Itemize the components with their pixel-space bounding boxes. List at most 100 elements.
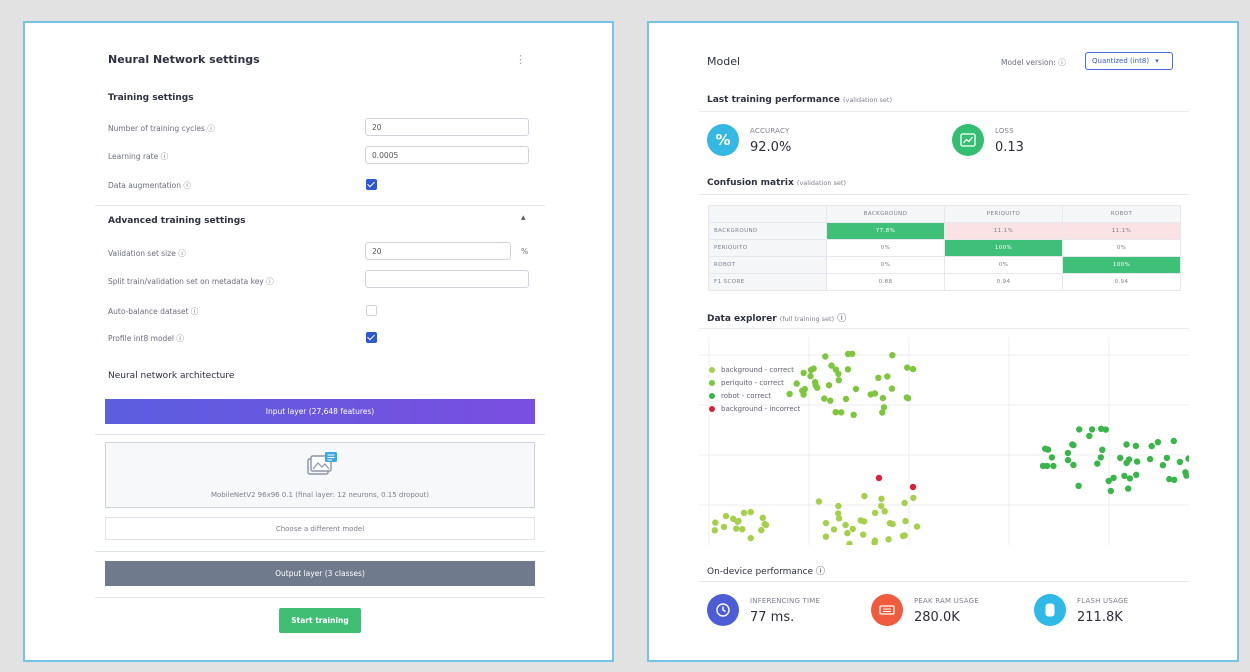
scatter-point xyxy=(832,409,839,416)
profile-int8-label: Profile int8 model ⓘ xyxy=(108,333,184,344)
confusion-matrix: BACKGROUND PERIQUITO ROBOT BACKGROUND 77… xyxy=(708,205,1181,291)
legend-item[interactable]: background - incorrect xyxy=(709,405,800,413)
scatter-point xyxy=(1094,460,1101,467)
scatter-point xyxy=(1126,475,1134,482)
scatter-point xyxy=(720,523,728,531)
confusion-heading: Confusion matrix (validation set) xyxy=(707,178,846,188)
cm-row-header: PERIQUITO xyxy=(708,239,827,257)
legend-label: background - correct xyxy=(721,366,794,374)
data-augmentation-checkbox[interactable] xyxy=(366,179,377,190)
clock-icon xyxy=(707,594,739,626)
cm-corner xyxy=(708,205,827,223)
scatter-point xyxy=(747,534,754,542)
divider xyxy=(95,205,545,206)
cm-cell: 0% xyxy=(1062,239,1181,257)
split-metadata-input[interactable] xyxy=(365,270,529,288)
scatter-point xyxy=(878,502,885,510)
scatter-point xyxy=(904,395,912,402)
divider xyxy=(699,328,1189,329)
scatter-point xyxy=(902,517,909,525)
scatter-point xyxy=(1048,454,1056,461)
scatter-point xyxy=(884,373,891,380)
last-training-heading: Last training performance (validation se… xyxy=(707,95,892,105)
accuracy-label: ACCURACY xyxy=(750,127,790,135)
help-icon[interactable]: ⓘ xyxy=(191,307,199,316)
help-icon[interactable]: ⓘ xyxy=(266,277,274,286)
help-icon[interactable]: ⓘ xyxy=(161,152,169,161)
help-icon[interactable]: ⓘ xyxy=(1058,58,1066,67)
scatter-point xyxy=(1146,455,1154,463)
model-block[interactable]: MobileNetV2 96x96 0.1 (final layer: 12 n… xyxy=(105,442,535,508)
scatter-point xyxy=(1070,461,1077,469)
auto-balance-checkbox[interactable] xyxy=(366,305,377,316)
cm-row: BACKGROUND 77.8% 11.1% 11.1% xyxy=(708,222,1181,240)
scatter-point xyxy=(800,369,807,377)
help-icon[interactable]: ⓘ xyxy=(178,249,186,258)
scatter-point xyxy=(1171,476,1178,483)
scatter-point xyxy=(735,517,742,525)
scatter-point xyxy=(857,517,864,524)
scatter-point xyxy=(815,498,823,505)
validation-size-unit: % xyxy=(521,247,529,256)
scatter-point xyxy=(1042,445,1049,452)
data-augmentation-label-text: Data augmentation xyxy=(108,181,181,190)
input-layer-bar[interactable]: Input layer (27,648 features) xyxy=(105,399,535,424)
scatter-point xyxy=(835,510,842,517)
cm-cell: 0% xyxy=(826,239,945,257)
collapse-icon[interactable]: ▴ xyxy=(521,213,526,223)
scatter-point xyxy=(1159,462,1167,469)
profile-int8-label-text: Profile int8 model xyxy=(108,334,174,343)
help-icon[interactable]: ⓘ xyxy=(183,181,191,190)
scatter-point xyxy=(844,529,851,537)
learning-rate-input[interactable]: 0.0005 xyxy=(365,146,529,164)
output-layer-bar[interactable]: Output layer (3 classes) xyxy=(105,561,535,586)
model-panel: Model Model version: ⓘ Quantized (int8) … xyxy=(647,21,1239,662)
cm-row: PERIQUITO 0% 100% 0% xyxy=(708,239,1181,257)
validation-size-input[interactable]: 20 xyxy=(365,242,511,260)
loss-value: 0.13 xyxy=(995,140,1024,155)
architecture-heading: Neural network architecture xyxy=(108,371,235,381)
help-icon[interactable]: ⓘ xyxy=(207,124,215,133)
scatter-point xyxy=(739,526,746,533)
neural-network-settings-panel: Neural Network settings ⋮ Training setti… xyxy=(23,21,614,662)
help-icon[interactable]: ⓘ xyxy=(816,567,825,577)
cm-col-header: PERIQUITO xyxy=(944,205,1063,223)
legend-item[interactable]: periquito - correct xyxy=(709,379,784,387)
scatter-point xyxy=(1148,442,1155,450)
cm-row-header: F1 SCORE xyxy=(708,273,827,291)
scatter-point xyxy=(867,391,874,398)
scatter-point xyxy=(821,395,828,402)
cm-cell: 100% xyxy=(944,239,1063,257)
model-version-select[interactable]: Quantized (int8) ▾ xyxy=(1085,52,1173,70)
chevron-down-icon: ▾ xyxy=(1155,57,1159,65)
scatter-point xyxy=(844,350,852,358)
scatter-point xyxy=(1163,454,1171,462)
scatter-point xyxy=(881,508,888,515)
scatter-point xyxy=(871,537,879,544)
scatter-point xyxy=(835,502,842,510)
profile-int8-checkbox[interactable] xyxy=(366,332,377,343)
ondevice-heading: On-device performance ⓘ xyxy=(707,564,825,577)
accuracy-value: 92.0% xyxy=(750,140,792,155)
auto-balance-label: Auto-balance dataset ⓘ xyxy=(108,306,198,317)
scatter-point xyxy=(830,526,838,533)
legend-item[interactable]: robot - correct xyxy=(709,392,771,400)
scatter-point xyxy=(842,521,849,529)
scatter-point xyxy=(1076,426,1083,433)
legend-item[interactable]: background - correct xyxy=(709,366,794,374)
scatter-point xyxy=(835,377,842,384)
scatter-point xyxy=(838,409,845,416)
scatter-point xyxy=(1086,432,1093,440)
help-icon[interactable]: ⓘ xyxy=(837,314,846,324)
help-icon[interactable]: ⓘ xyxy=(176,334,184,343)
start-training-button[interactable]: Start training xyxy=(279,608,361,633)
scatter-point xyxy=(1125,456,1133,463)
training-settings-heading: Training settings xyxy=(108,93,194,103)
scatter-point xyxy=(844,366,852,373)
scatter-point xyxy=(1185,455,1189,462)
last-training-heading-text: Last training performance xyxy=(707,95,840,105)
choose-model-button[interactable]: Choose a different model xyxy=(105,517,535,540)
scatter-point xyxy=(1099,446,1106,453)
more-vertical-icon[interactable]: ⋮ xyxy=(515,53,526,66)
training-cycles-input[interactable]: 20 xyxy=(365,118,529,136)
